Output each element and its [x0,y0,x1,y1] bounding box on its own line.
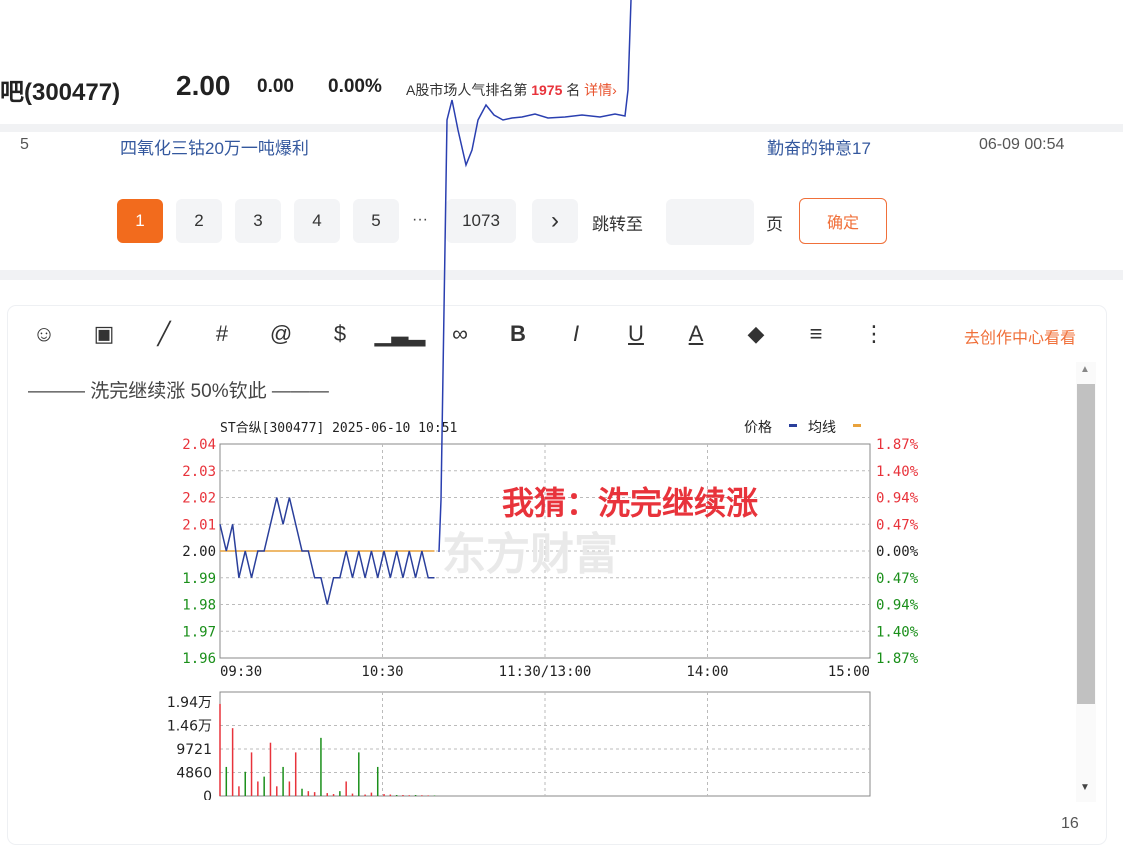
divider [0,124,1123,132]
volume-tick-label: 4860 [176,766,212,782]
x-tick-label: 09:30 [220,664,262,680]
post-row-index: 5 [20,136,29,153]
post-time: 06-09 00:54 [979,136,1065,153]
mention-icon[interactable]: @ [265,318,297,350]
chart-title: ST合纵[300477] 2025-06-10 10:51 [220,421,457,436]
dollar-icon[interactable]: $ [324,318,356,350]
editor-quote-text[interactable]: ——— 洗完继续涨 50%钦此 ——— [28,376,329,403]
legend-price: 价格 [744,420,772,436]
page-button-2[interactable]: 2 [176,199,222,243]
intraday-chart: ST合纵[300477] 2025-06-10 10:51 价格 均线 2.04… [167,420,919,805]
rank-number: 1975 [531,82,563,98]
popularity-rank: A股市场人气排名第 1975 名 详情› [406,80,617,100]
y-right-tick-label: 0.94% [876,491,919,507]
y-tick-label: 1.97 [182,624,216,640]
chart-annotation: 我猜：洗完继续涨 [502,484,758,522]
page-button-4[interactable]: 4 [294,199,340,243]
jump-page-input[interactable] [666,199,754,245]
y-right-tick-label: 1.40% [876,624,919,640]
y-right-tick-label: 1.40% [876,464,919,480]
legend-price-swatch [789,424,797,427]
bold-icon[interactable]: B [502,318,534,350]
next-page-button[interactable]: › [532,199,578,243]
page-button-5[interactable]: 5 [353,199,399,243]
y-right-tick-label: 0.94% [876,598,919,614]
volume-tick-label: 1.46万 [167,719,212,735]
page-button-1[interactable]: 1 [117,199,163,243]
rank-detail-link[interactable]: 详情› [584,82,617,98]
post-title-link[interactable]: 四氧化三钴20万一吨爆利 [120,134,309,159]
post-author-link[interactable]: 勤奋的钟意17 [767,134,871,159]
rank-prefix: A股市场人气排名第 [406,82,528,98]
y-right-tick-label: 0.00% [876,544,919,560]
y-tick-label: 2.01 [182,517,216,533]
page-button-last[interactable]: 1073 [446,199,516,243]
y-tick-label: 2.00 [182,544,216,560]
y-right-tick-label: 0.47% [876,517,919,533]
x-tick-label: 10:30 [361,664,403,680]
italic-icon[interactable]: I [560,318,592,350]
link-icon[interactable]: ∞ [444,318,476,350]
y-tick-label: 2.02 [182,491,216,507]
stock-bar-name: 吧(300477) [0,79,121,106]
divider [0,270,1123,280]
page-button-3[interactable]: 3 [235,199,281,243]
stock-change: 0.00 [257,76,294,97]
x-tick-label: 14:00 [686,664,728,680]
y-right-tick-label: 1.87% [876,651,919,667]
line-chart-icon[interactable]: ╱ [148,318,180,350]
volume-panel-frame [219,691,871,797]
y-right-tick-label: 0.47% [876,571,919,587]
legend-avg-swatch [853,424,861,427]
underline-icon[interactable]: U [620,318,652,350]
y-right-tick-label: 1.87% [876,437,919,453]
scroll-up-icon[interactable]: ▲ [1078,364,1092,378]
bar-chart-icon[interactable]: ▁▃▂ [375,318,426,350]
page-unit-label: 页 [766,215,783,234]
volume-tick-label: 9721 [176,742,212,758]
font-color-icon[interactable]: A [680,318,712,350]
y-tick-label: 1.99 [182,571,216,587]
char-count: 16 [1061,815,1079,832]
stock-change-pct: 0.00% [328,76,382,97]
image-icon[interactable]: ▣ [88,318,120,350]
watermark: 东方财富 [442,529,618,580]
y-tick-label: 1.98 [182,598,216,614]
x-tick-label: 11:30/13:00 [499,664,592,680]
hashtag-icon[interactable]: # [206,318,238,350]
scrollbar-thumb[interactable] [1077,384,1095,704]
eraser-icon[interactable]: ◆ [740,318,772,350]
volume-tick-label: 1.94万 [167,695,212,711]
creator-center-link[interactable]: 去创作中心看看 [964,324,1076,348]
emoji-icon[interactable]: ☺ [28,318,60,350]
scroll-down-icon[interactable]: ▼ [1078,782,1092,796]
stock-price: 2.00 [176,70,231,101]
y-tick-label: 2.04 [182,437,216,453]
align-icon[interactable]: ≡ [800,318,832,350]
x-tick-label: 15:00 [828,664,870,680]
confirm-button[interactable]: 确定 [799,198,887,244]
rank-suffix: 名 [566,82,581,98]
more-icon[interactable]: ⋮ [858,318,890,350]
legend-avg: 均线 [808,420,836,436]
y-tick-label: 2.03 [182,464,216,480]
page-ellipsis: ··· [412,211,428,228]
jump-to-label: 跳转至 [592,215,643,234]
y-tick-label: 1.96 [182,651,216,667]
attached-chart-image: ST合纵[300477] 2025-06-10 10:51 价格 均线 2.04… [138,414,952,805]
volume-tick-label: 0 [203,789,212,800]
